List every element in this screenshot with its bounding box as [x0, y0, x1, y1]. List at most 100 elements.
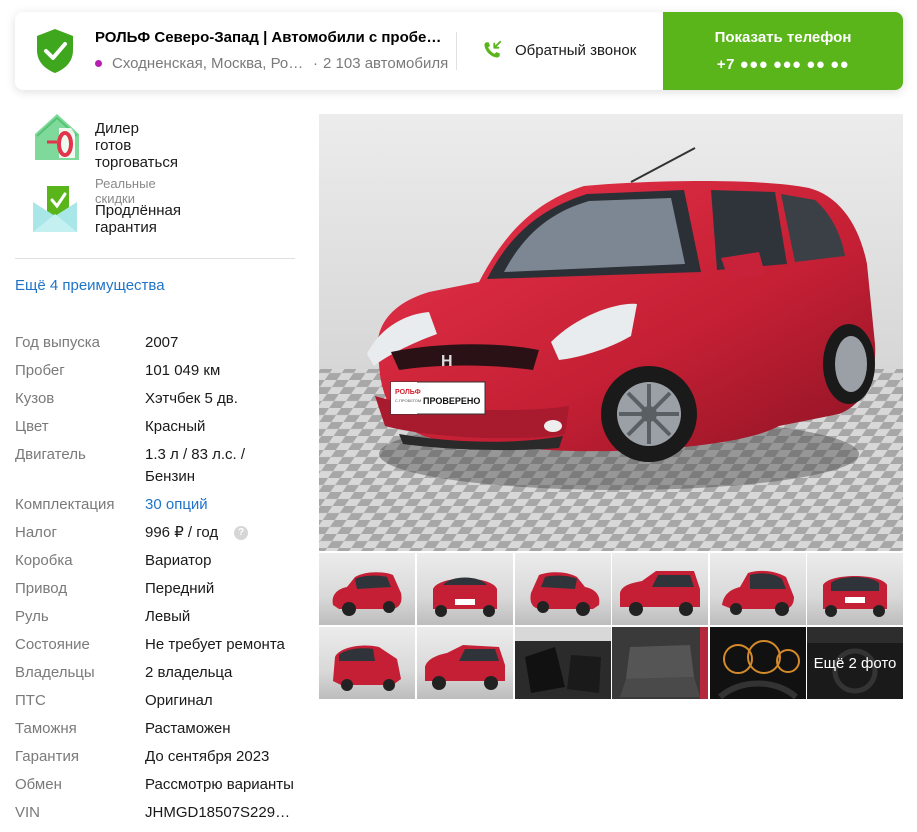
- advantage-extended-warranty: Продлённая гарантия: [15, 182, 181, 236]
- spec-row-color: Цвет Красный: [15, 416, 305, 438]
- more-photos-thumbnail[interactable]: Ещё 2 фото: [807, 627, 903, 699]
- spec-label: Владельцы: [15, 664, 95, 681]
- spec-label: Состояние: [15, 636, 90, 653]
- verified-shield-icon: [37, 29, 73, 73]
- masked-phone: +7 ●●● ●●● ●● ●●: [716, 56, 850, 73]
- spec-value[interactable]: Красный: [145, 416, 295, 438]
- spec-row-body: Кузов Хэтчбек 5 дв.: [15, 388, 305, 410]
- thumbnail-photo[interactable]: [417, 553, 513, 625]
- callback-button[interactable]: Обратный звонок: [481, 39, 636, 61]
- advantage-dealer-bargain: Дилер готов торговаться Реальные скидки: [15, 112, 178, 206]
- warranty-check-icon: [33, 186, 77, 232]
- thumbnail-photo[interactable]: [319, 627, 415, 699]
- price-tag-icon: [35, 114, 79, 160]
- advantage-title: Дилер готов торговаться: [95, 120, 178, 171]
- spec-value: До сентября 2023: [145, 748, 270, 765]
- spec-value: 996 ₽ / год: [145, 524, 219, 541]
- callback-label: Обратный звонок: [515, 41, 637, 59]
- plate-text: ПРОВЕРЕНО: [423, 396, 480, 406]
- spec-row-wheel: Руль Левый: [15, 606, 305, 628]
- thumbnail-image: [620, 571, 700, 616]
- spec-value: Растаможен: [145, 720, 231, 737]
- thumbnail-photo[interactable]: [319, 553, 415, 625]
- dealer-name[interactable]: РОЛЬФ Северо-Запад | Автомобили с пробег…: [95, 29, 447, 46]
- show-phone-button[interactable]: Показать телефон +7 ●●● ●●● ●● ●●: [663, 12, 903, 90]
- dealer-address: Сходненская, Москва, Россия: [112, 55, 308, 72]
- divider: [15, 258, 295, 259]
- divider: [456, 32, 457, 70]
- thumbnail-photo[interactable]: [515, 627, 611, 699]
- seller-bar: РОЛЬФ Северо-Запад | Автомобили с пробег…: [15, 12, 903, 90]
- spec-label: Руль: [15, 608, 49, 625]
- plate-sub: С ПРОБЕГОМ: [395, 398, 421, 403]
- more-photos-label: Ещё 2 фото: [807, 627, 903, 699]
- spec-label: Таможня: [15, 720, 77, 737]
- spec-row-customs: Таможня Растаможен: [15, 718, 305, 740]
- spec-value[interactable]: Хэтчбек 5 дв.: [145, 388, 295, 410]
- spec-value: Не требует ремонта: [145, 636, 285, 653]
- thumbnail-photo[interactable]: [417, 627, 513, 699]
- more-advantages-link[interactable]: Ещё 4 преимущества: [15, 277, 165, 294]
- spec-row-tax: Налог 996 ₽ / год?: [15, 522, 305, 544]
- main-photo[interactable]: H РОЛЬФ С ПРОБЕГОМ ПРОВЕРЕНО: [319, 114, 903, 551]
- spec-label: Налог: [15, 524, 57, 541]
- spec-label: Привод: [15, 580, 68, 597]
- thumbnail-photo[interactable]: [710, 627, 806, 699]
- equipment-options-link[interactable]: 30 опций: [145, 494, 295, 516]
- thumbnail-photo[interactable]: [807, 553, 903, 625]
- thumbnail-image: [823, 576, 887, 617]
- spec-value: Вариатор: [145, 552, 212, 569]
- spec-row-vin: VIN JHMGD18507S229…: [15, 802, 305, 824]
- thumbnail-image: [515, 627, 611, 699]
- thumbnail-photo[interactable]: [515, 553, 611, 625]
- spec-value-vin[interactable]: JHMGD18507S229…: [145, 802, 295, 824]
- help-icon[interactable]: ?: [234, 526, 249, 541]
- dealer-cars-count[interactable]: 2 103 автомобиля: [323, 55, 448, 72]
- spec-row-equipment: Комплектация 30 опций: [15, 494, 305, 516]
- spec-label: ПТС: [15, 692, 46, 709]
- spec-label: Обмен: [15, 776, 62, 793]
- spec-value-tax: 996 ₽ / год?: [145, 522, 295, 544]
- thumbnail-image: [722, 570, 794, 616]
- thumbnail-photo[interactable]: [710, 553, 806, 625]
- spec-row-owners: Владельцы 2 владельца: [15, 662, 305, 684]
- spec-label: Двигатель: [15, 446, 86, 463]
- spec-value: Рассмотрю варианты: [145, 776, 294, 793]
- spec-value: 2007: [145, 334, 179, 351]
- spec-value: Оригинал: [145, 692, 213, 709]
- spec-row-mileage: Пробег 101 049 км: [15, 360, 305, 382]
- dealer-location: Сходненская, Москва, Россия · 2 103 авто…: [95, 55, 448, 72]
- spec-value: 1.3 л / 83 л.с. / Бензин: [145, 446, 246, 485]
- spec-label: Кузов: [15, 390, 55, 407]
- spec-label: Гарантия: [15, 748, 79, 765]
- spec-row-condition: Состояние Не требует ремонта: [15, 634, 305, 656]
- specs-table: Год выпуска 2007 Пробег 101 049 км Кузов…: [15, 332, 305, 830]
- thumbnail-photo[interactable]: [612, 553, 708, 625]
- spec-label: VIN: [15, 804, 41, 821]
- svg-text:H: H: [441, 353, 453, 370]
- metro-dot-icon: [95, 60, 102, 67]
- spec-label: Год выпуска: [15, 334, 100, 351]
- thumbnail-photo[interactable]: [612, 627, 708, 699]
- separator-dot: ·: [313, 55, 318, 72]
- plate-brand: РОЛЬФ: [395, 389, 421, 396]
- spec-label: Коробка: [15, 552, 73, 569]
- thumbnail-strip: Ещё 2 фото: [319, 553, 903, 699]
- spec-value: Передний: [145, 580, 215, 597]
- thumbnail-image: [333, 645, 401, 691]
- thumbnail-image: [433, 577, 497, 617]
- spec-row-pts: ПТС Оригинал: [15, 690, 305, 712]
- show-phone-label: Показать телефон: [714, 29, 852, 46]
- spec-value: 2 владельца: [145, 664, 233, 681]
- thumbnail-image: [530, 572, 600, 616]
- thumbnail-image: [710, 627, 806, 699]
- spec-label: Цвет: [15, 418, 49, 435]
- car-photo-image: H РОЛЬФ С ПРОБЕГОМ ПРОВЕРЕНО: [319, 114, 903, 551]
- thumbnail-image: [425, 645, 505, 690]
- spec-row-engine: Двигатель 1.3 л / 83 л.с. / Бензин: [15, 444, 305, 488]
- spec-label: Пробег: [15, 362, 65, 379]
- thumbnail-image: [612, 627, 708, 699]
- spec-row-exchange: Обмен Рассмотрю варианты: [15, 774, 305, 796]
- thumbnail-image: [332, 572, 402, 616]
- spec-row-drive: Привод Передний: [15, 578, 305, 600]
